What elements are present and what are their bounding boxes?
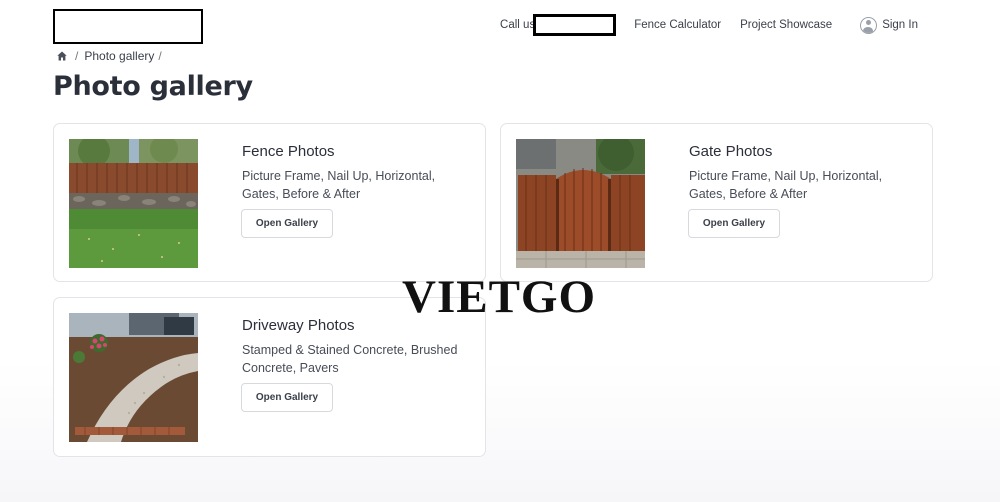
driveway-photo[interactable] xyxy=(69,313,198,442)
site-header: Call us Fence Calculator Project Showcas… xyxy=(0,0,1000,46)
gallery-description: Picture Frame, Nail Up, Horizontal, Gate… xyxy=(242,169,436,201)
phone-number-redacted xyxy=(533,14,617,36)
open-gallery-button[interactable]: Open Gallery xyxy=(688,209,780,238)
sign-in-label: Sign In xyxy=(882,19,918,31)
sign-in-link[interactable]: Sign In xyxy=(860,16,918,34)
gallery-title[interactable]: Fence Photos xyxy=(242,143,335,160)
page-title: Photo gallery xyxy=(53,71,253,102)
gallery-description: Picture Frame, Nail Up, Horizontal, Gate… xyxy=(689,169,883,201)
open-gallery-button[interactable]: Open Gallery xyxy=(241,383,333,412)
breadcrumb-current[interactable]: Photo gallery xyxy=(84,49,154,63)
home-icon[interactable] xyxy=(57,51,67,61)
site-logo[interactable] xyxy=(53,9,203,44)
breadcrumb-separator: / xyxy=(158,49,162,63)
gallery-description: Stamped & Stained Concrete, Brushed Conc… xyxy=(242,343,458,375)
call-us-label: Call us xyxy=(500,19,536,31)
breadcrumb-separator: / xyxy=(75,49,79,63)
nav-link-project-showcase[interactable]: Project Showcase xyxy=(740,19,832,31)
user-icon xyxy=(860,16,878,34)
breadcrumb: / Photo gallery / xyxy=(57,49,168,63)
nav-link-fence-calculator[interactable]: Fence Calculator xyxy=(634,19,721,31)
gate-photo[interactable] xyxy=(516,139,645,268)
call-us[interactable]: Call us xyxy=(500,14,617,36)
top-nav: Call us Fence Calculator Project Showcas… xyxy=(500,14,918,36)
fence-photo[interactable] xyxy=(69,139,198,268)
open-gallery-button[interactable]: Open Gallery xyxy=(241,209,333,238)
gallery-title[interactable]: Driveway Photos xyxy=(242,317,355,334)
gallery-card-fence: Fence Photos Picture Frame, Nail Up, Hor… xyxy=(53,123,486,282)
watermark-text: VIETGO xyxy=(402,271,597,323)
gallery-title[interactable]: Gate Photos xyxy=(689,143,772,160)
gallery-card-gate: Gate Photos Picture Frame, Nail Up, Hori… xyxy=(500,123,933,282)
